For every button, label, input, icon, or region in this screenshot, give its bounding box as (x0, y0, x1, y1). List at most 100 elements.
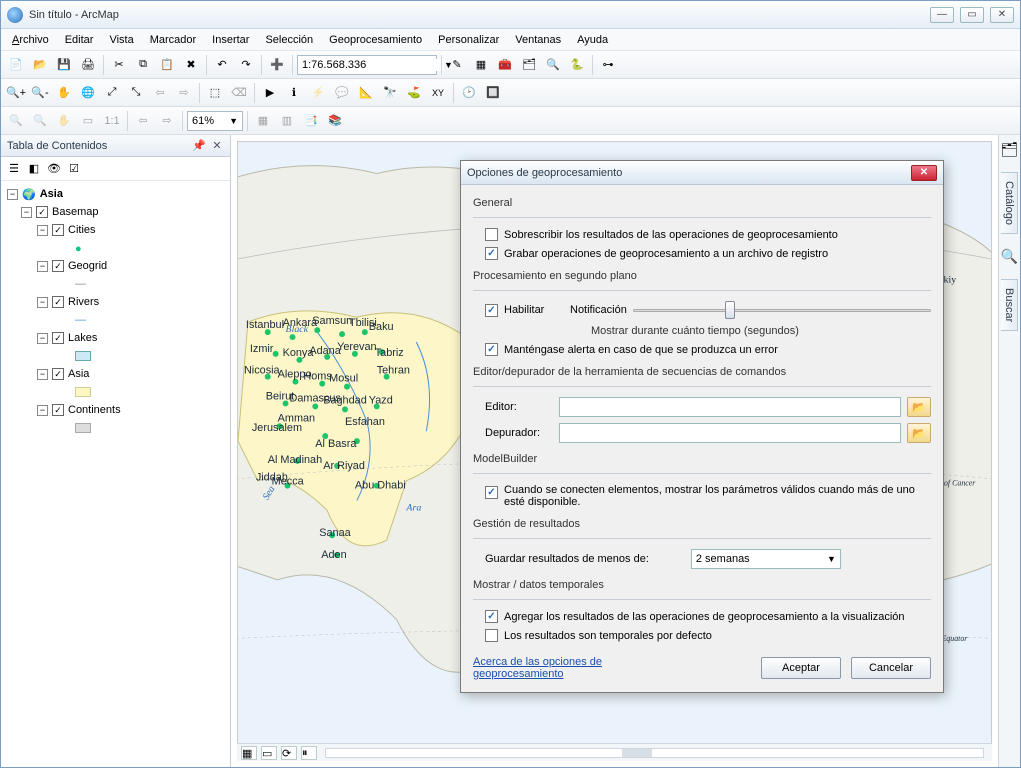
scale-combo[interactable]: ▼ (297, 55, 437, 75)
copy-icon[interactable]: ⧉ (132, 54, 154, 76)
find-icon[interactable]: 🔭 (379, 82, 401, 104)
tree-continents[interactable]: − Continents (3, 401, 228, 419)
layer-checkbox[interactable] (36, 206, 48, 218)
collapse-icon[interactable]: − (37, 405, 48, 416)
data-view-icon[interactable]: ▦ (241, 746, 257, 760)
layer-checkbox[interactable] (52, 224, 64, 236)
alert-checkbox[interactable] (485, 343, 498, 356)
tree-asia-layer[interactable]: − Asia (3, 365, 228, 383)
select-elements-icon[interactable]: ▶ (259, 82, 281, 104)
focus-data-icon[interactable]: ▥ (276, 110, 298, 132)
go-xy-icon[interactable]: XY (427, 82, 449, 104)
paste-icon[interactable]: 📋 (156, 54, 178, 76)
temporary-checkbox[interactable] (485, 629, 498, 642)
python-icon[interactable]: 🐍 (566, 54, 588, 76)
tree-basemap[interactable]: − Basemap (3, 203, 228, 221)
modelbuilder-icon[interactable]: ⊶ (597, 54, 619, 76)
html-popup-icon[interactable]: 💬 (331, 82, 353, 104)
collapse-icon[interactable]: − (37, 297, 48, 308)
identify-icon[interactable]: ℹ (283, 82, 305, 104)
add-data-icon[interactable]: ➕ (266, 54, 288, 76)
new-icon[interactable]: 📄 (5, 54, 27, 76)
layer-checkbox[interactable] (52, 296, 64, 308)
collapse-icon[interactable]: − (7, 189, 18, 200)
zoom-in-icon[interactable]: 🔍+ (5, 82, 27, 104)
fixed-zoom-in-icon[interactable]: ⤢ (101, 82, 123, 104)
layer-checkbox[interactable] (52, 368, 64, 380)
notify-slider[interactable] (633, 301, 931, 319)
data-driven-icon[interactable]: 📚 (324, 110, 346, 132)
editor-toolbar-icon[interactable]: ✎ (446, 54, 468, 76)
menu-archivo[interactable]: Archivo (5, 32, 56, 48)
accept-button[interactable]: Aceptar (761, 657, 841, 679)
help-link[interactable]: Acerca de las opciones de geoprocesamien… (473, 656, 633, 680)
clear-selection-icon[interactable]: ⌫ (228, 82, 250, 104)
layout-prev-icon[interactable]: ⇦ (132, 110, 154, 132)
tree-cities[interactable]: − Cities (3, 221, 228, 239)
collapse-icon[interactable]: − (37, 261, 48, 272)
tree-rivers[interactable]: − Rivers (3, 293, 228, 311)
collapse-icon[interactable]: − (37, 225, 48, 236)
menu-geoprocesamiento[interactable]: Geoprocesamiento (322, 32, 429, 48)
add-results-checkbox[interactable] (485, 610, 498, 623)
find-route-icon[interactable]: ⛳ (403, 82, 425, 104)
prev-extent-icon[interactable]: ⇦ (149, 82, 171, 104)
browse-editor-button[interactable]: 📂 (907, 397, 931, 417)
tree-lakes[interactable]: − Lakes (3, 329, 228, 347)
layout-pan-icon[interactable]: ✋ (53, 110, 75, 132)
menu-ayuda[interactable]: Ayuda (570, 32, 615, 48)
modelbuilder-checkbox[interactable] (485, 486, 498, 499)
toolbox-icon[interactable]: 🧰 (494, 54, 516, 76)
menu-editar[interactable]: Editar (58, 32, 101, 48)
close-button[interactable]: ✕ (990, 7, 1014, 23)
search-icon[interactable]: 🔍 (542, 54, 564, 76)
redo-icon[interactable]: ↷ (235, 54, 257, 76)
minimize-button[interactable]: — (930, 7, 954, 23)
browse-debugger-button[interactable]: 📂 (907, 423, 931, 443)
close-panel-icon[interactable]: ✕ (210, 139, 224, 153)
search-tab[interactable]: Buscar (1001, 279, 1018, 331)
keep-results-select[interactable]: 2 semanas ▼ (691, 549, 841, 569)
collapse-icon[interactable]: − (21, 207, 32, 218)
pan-icon[interactable]: ✋ (53, 82, 75, 104)
menu-marcador[interactable]: Marcador (143, 32, 203, 48)
pause-icon[interactable]: ⏸ (301, 746, 317, 760)
list-by-source-icon[interactable]: ◧ (25, 160, 43, 178)
layout-next-icon[interactable]: ⇨ (156, 110, 178, 132)
save-icon[interactable]: 💾 (53, 54, 75, 76)
overwrite-checkbox[interactable] (485, 228, 498, 241)
undo-icon[interactable]: ↶ (211, 54, 233, 76)
print-icon[interactable]: 🖨 (77, 54, 99, 76)
open-icon[interactable]: 📂 (29, 54, 51, 76)
dialog-titlebar[interactable]: Opciones de geoprocesamiento ✕ (461, 161, 943, 185)
layout-zoom-in-icon[interactable]: 🔍 (5, 110, 27, 132)
layout-view-icon[interactable]: ▭ (261, 746, 277, 760)
tree-root[interactable]: − 🌍 Asia (3, 185, 228, 203)
menu-vista[interactable]: Vista (102, 32, 140, 48)
change-layout-icon[interactable]: 📑 (300, 110, 322, 132)
menu-seleccion[interactable]: Selección (258, 32, 320, 48)
layout-zoom-combo[interactable]: 61% ▼ (187, 111, 243, 131)
collapse-icon[interactable]: − (37, 333, 48, 344)
menu-personalizar[interactable]: Personalizar (431, 32, 506, 48)
list-by-visibility-icon[interactable]: 👁 (45, 160, 63, 178)
full-extent-icon[interactable]: 🌐 (77, 82, 99, 104)
tree-geogrid[interactable]: − Geogrid (3, 257, 228, 275)
catalog-icon[interactable]: 🗂 (518, 54, 540, 76)
refresh-icon[interactable]: ⟳ (281, 746, 297, 760)
debugger-input[interactable] (559, 423, 901, 443)
layer-checkbox[interactable] (52, 404, 64, 416)
enable-checkbox[interactable] (485, 304, 498, 317)
layer-checkbox[interactable] (52, 332, 64, 344)
time-slider-icon[interactable]: 🕑 (458, 82, 480, 104)
horizontal-scrollbar[interactable] (325, 748, 984, 758)
menu-ventanas[interactable]: Ventanas (508, 32, 568, 48)
table-icon[interactable]: ▦ (470, 54, 492, 76)
fixed-zoom-out-icon[interactable]: ⤡ (125, 82, 147, 104)
measure-icon[interactable]: 📐 (355, 82, 377, 104)
select-features-icon[interactable]: ⬚ (204, 82, 226, 104)
layout-whole-icon[interactable]: ▭ (77, 110, 99, 132)
list-by-drawing-icon[interactable]: ☰ (5, 160, 23, 178)
scale-input[interactable] (302, 59, 444, 71)
viewer-icon[interactable]: 🔲 (482, 82, 504, 104)
